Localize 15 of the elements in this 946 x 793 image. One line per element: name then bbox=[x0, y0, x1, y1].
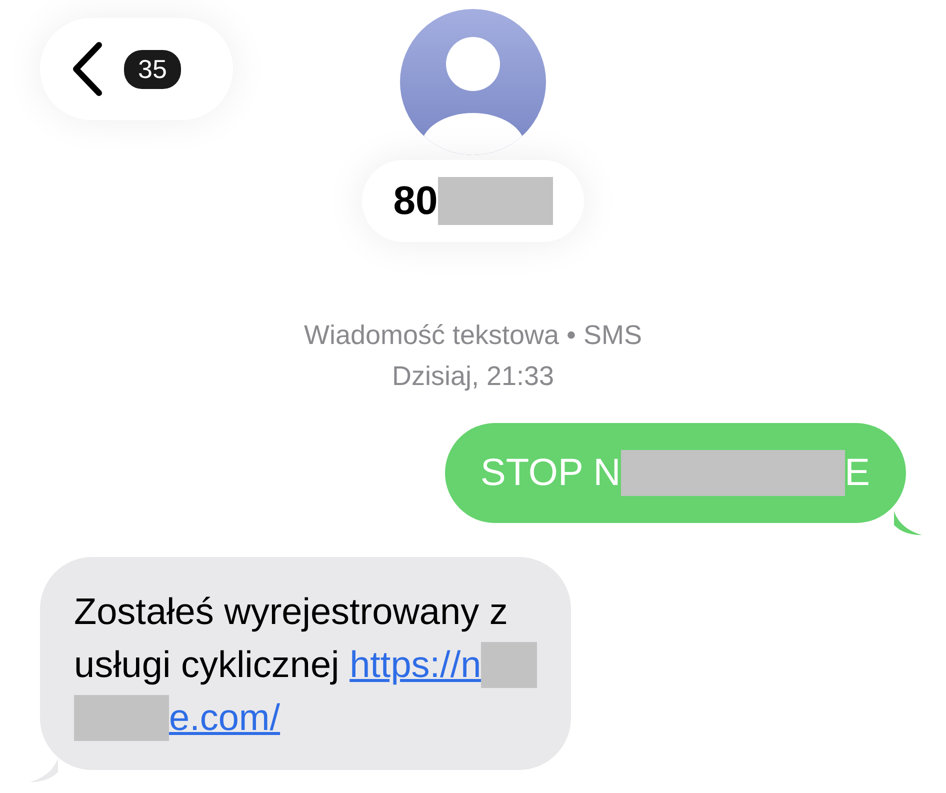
message-timestamp: Dzisiaj, 21:33 bbox=[390, 360, 556, 393]
redaction-block bbox=[481, 642, 538, 688]
message-text: usługi cyklicznej bbox=[74, 643, 340, 687]
contact-name-pill[interactable]: 80 bbox=[362, 160, 584, 242]
message-link[interactable]: e.com/ bbox=[169, 691, 280, 744]
back-button[interactable]: 35 bbox=[40, 18, 233, 120]
bubble-tail bbox=[894, 511, 922, 537]
unread-count-badge: 35 bbox=[124, 50, 181, 88]
message-text: Zostałeś wyrejestrowany z bbox=[74, 590, 508, 634]
chevron-left-icon bbox=[70, 41, 104, 97]
contact-number: 80 bbox=[393, 178, 438, 224]
message-link[interactable]: https://n bbox=[350, 638, 482, 691]
message-text: E bbox=[844, 452, 870, 494]
message-text: STOP N bbox=[480, 452, 621, 494]
message-type-label: Wiadomość tekstowa • SMS bbox=[302, 319, 644, 352]
